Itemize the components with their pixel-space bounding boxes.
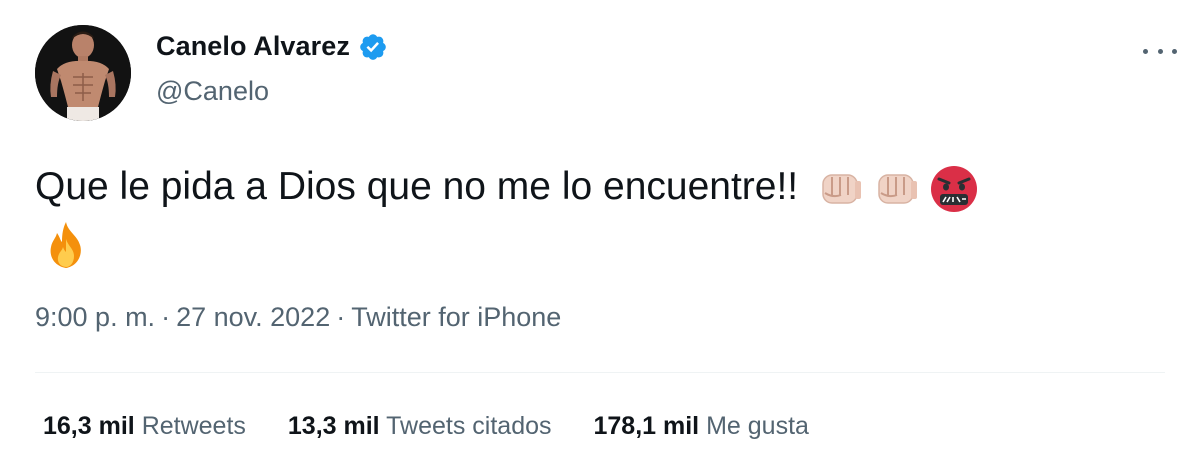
oncoming-fist-icon: [817, 165, 865, 213]
tweet-source[interactable]: Twitter for iPhone: [351, 302, 561, 332]
tweet-date[interactable]: 27 nov. 2022: [176, 302, 330, 332]
retweets-stat[interactable]: 16,3 mil Retweets: [43, 412, 246, 441]
meta-separator: ·: [161, 302, 171, 332]
more-dot: [1172, 48, 1177, 54]
retweets-label: Retweets: [141, 412, 246, 440]
verified-badge-icon: [360, 33, 386, 60]
retweets-count: 16,3 mil: [43, 412, 135, 440]
divider: [35, 372, 1165, 373]
likes-label: Me gusta: [706, 412, 809, 440]
more-options-icon[interactable]: [1143, 36, 1177, 66]
quotes-count: 13,3 mil: [287, 412, 380, 440]
author-name-row: Canelo Alvarez: [156, 31, 388, 62]
tweet-stats: 16,3 mil Retweets 13,3 mil Tweets citado…: [43, 412, 851, 441]
quotes-stat[interactable]: 13,3 mil Tweets citados: [288, 412, 552, 441]
tweet-meta: 9:00 p. m. · 27 nov. 2022 · Twitter for iPho…: [35, 302, 561, 333]
likes-count: 178,1 mil: [593, 412, 700, 440]
likes-stat[interactable]: 178,1 mil Me gusta: [594, 412, 809, 441]
author-handle[interactable]: @Canelo: [156, 76, 269, 107]
more-dot: [1143, 48, 1148, 54]
avatar[interactable]: [35, 25, 131, 121]
oncoming-fist-icon: [873, 165, 921, 213]
tweet: Canelo Alvarez @Canelo Que le pida a Dio…: [0, 0, 1200, 474]
quotes-label: Tweets citados: [386, 412, 552, 440]
tweet-time[interactable]: 9:00 p. m.: [35, 302, 155, 332]
more-dot: [1157, 48, 1163, 54]
face-with-symbols-on-mouth-icon: [929, 164, 979, 214]
avatar-image: [35, 25, 131, 121]
fire-icon: [39, 219, 93, 273]
tweet-text-body: Que le pida a Dios que no me lo encuentr…: [35, 165, 799, 208]
tweet-text: Que le pida a Dios que no me lo encuentr…: [35, 158, 1155, 273]
display-name[interactable]: Canelo Alvarez: [156, 31, 350, 62]
meta-separator: ·: [336, 302, 346, 332]
